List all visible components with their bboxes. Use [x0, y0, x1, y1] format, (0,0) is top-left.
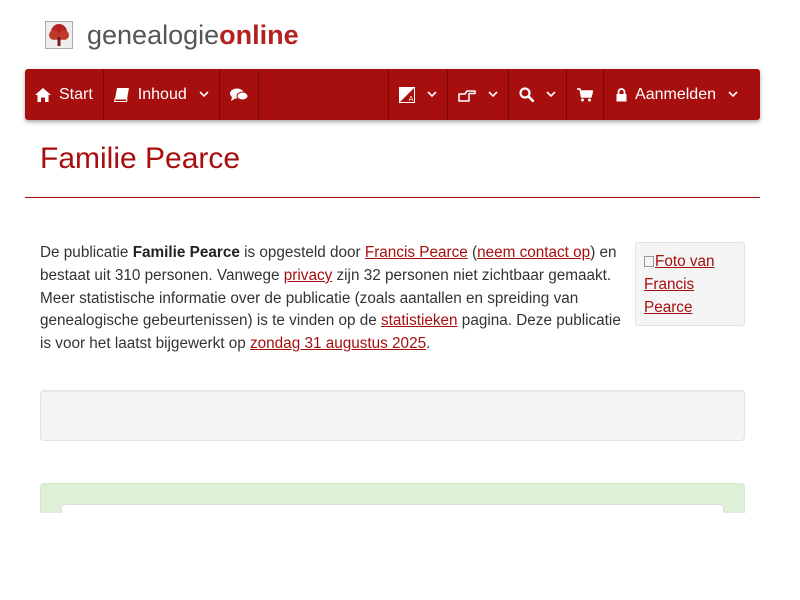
lock-icon	[616, 87, 627, 102]
site-name-part1: genealogie	[87, 20, 220, 50]
nav-start-label: Start	[59, 85, 93, 103]
intro-text: is opgesteld door	[239, 244, 365, 261]
page-title: Familie Pearce	[40, 142, 241, 175]
main-navbar: Start Inhoud A Aanmelden	[25, 69, 760, 120]
broken-image-icon	[644, 256, 654, 267]
chevron-down-icon	[546, 91, 556, 98]
site-name: genealogieonline	[87, 18, 299, 52]
privacy-link[interactable]: privacy	[284, 267, 332, 284]
author-link[interactable]: Francis Pearce	[365, 244, 468, 261]
title-divider	[25, 197, 760, 198]
publication-intro: De publicatie Familie Pearce is opgestel…	[40, 242, 630, 356]
intro-text: (	[467, 244, 478, 261]
last-updated-link[interactable]: zondag 31 augustus 2025	[250, 335, 426, 352]
nav-search[interactable]	[509, 69, 568, 120]
search-icon	[519, 87, 535, 102]
nav-language[interactable]: A	[388, 69, 449, 120]
chevron-down-icon	[427, 91, 437, 98]
author-photo[interactable]: Foto van Francis Pearce	[644, 251, 738, 319]
nav-start[interactable]: Start	[25, 69, 104, 120]
home-icon	[35, 87, 51, 102]
intro-text: .	[426, 335, 431, 353]
nav-cart[interactable]	[567, 69, 605, 120]
site-name-part2: online	[219, 20, 299, 50]
nav-contents[interactable]: Inhoud	[104, 69, 220, 120]
shopping-cart-icon	[577, 87, 594, 102]
language-icon: A	[399, 86, 416, 103]
intro-text: De publicatie	[40, 244, 133, 261]
statistics-link[interactable]: statistieken	[381, 312, 458, 329]
comments-icon	[229, 88, 248, 102]
nav-login-label: Aanmelden	[635, 85, 716, 103]
book-icon	[113, 87, 130, 102]
site-logo[interactable]: genealogieonline	[45, 18, 299, 52]
chevron-down-icon	[728, 91, 738, 98]
author-photo-alt: Foto van Francis Pearce	[644, 253, 715, 316]
chevron-down-icon	[199, 91, 209, 98]
nav-contents-label: Inhoud	[137, 85, 187, 103]
page-bottom	[0, 513, 800, 600]
svg-text:A: A	[409, 95, 414, 103]
publication-name: Familie Pearce	[132, 244, 240, 261]
hand-pointing-icon	[458, 88, 476, 102]
nav-share[interactable]	[448, 69, 510, 120]
nav-chat[interactable]	[220, 69, 259, 120]
empty-well	[40, 390, 745, 441]
tree-logo-icon	[45, 21, 73, 49]
nav-login[interactable]: Aanmelden	[604, 69, 760, 120]
contact-link[interactable]: neem contact op	[477, 244, 590, 261]
author-photo-box: Foto van Francis Pearce	[635, 242, 745, 326]
chevron-down-icon	[488, 91, 498, 98]
